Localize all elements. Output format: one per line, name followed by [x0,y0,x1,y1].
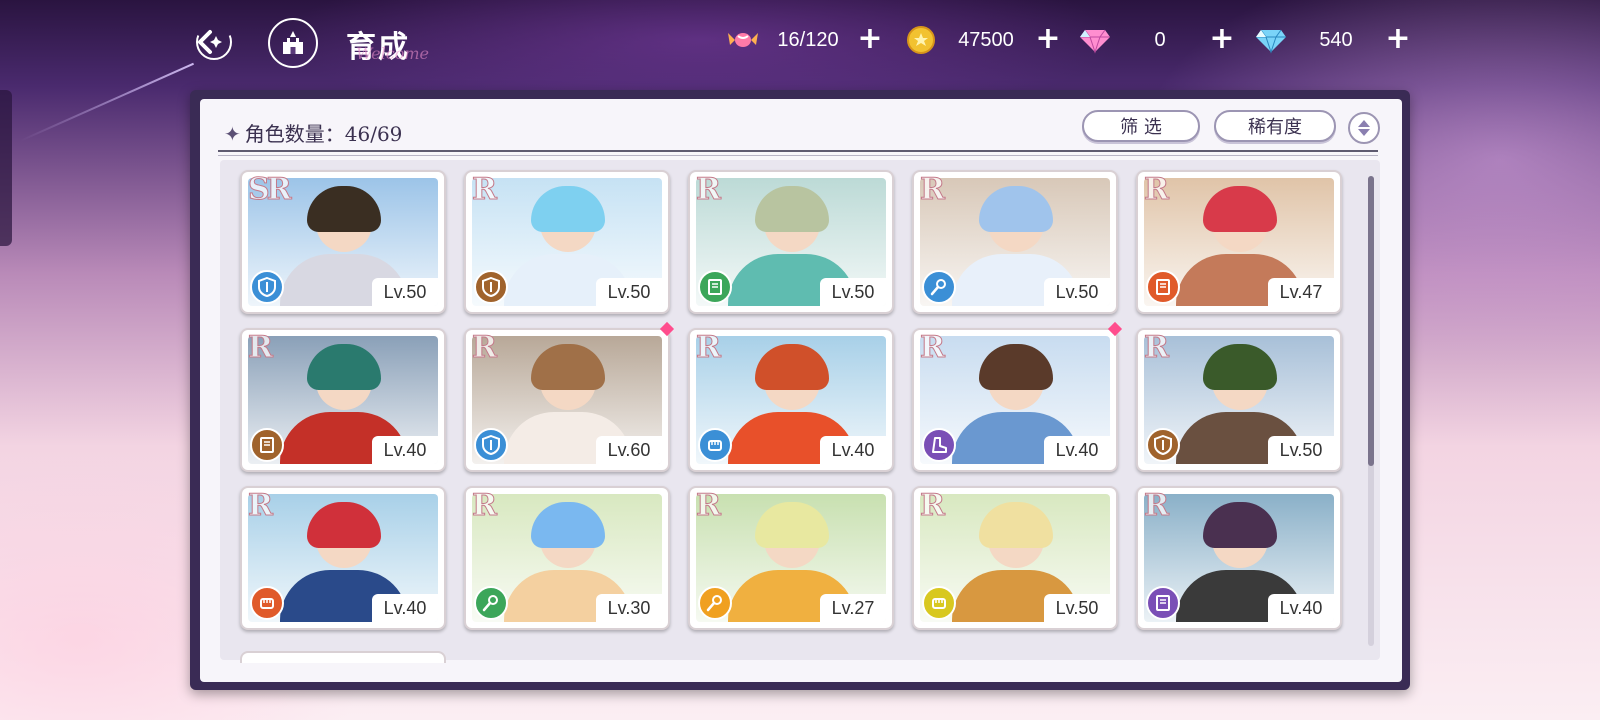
character-card[interactable]: R Lv.50 [464,170,670,314]
back-button[interactable] [186,18,238,66]
rarity-badge: R [696,488,722,524]
castle-icon [283,31,303,54]
character-count: ✦ 角色数量：46/69 [224,118,402,147]
character-card-partial[interactable] [240,651,446,663]
add-blue-diamond-button[interactable]: + [1384,24,1412,54]
title-script-decoration: Welcome [356,44,429,63]
rarity-badge: R [472,488,498,524]
level-label: Lv.47 [1268,278,1334,306]
character-card[interactable]: R Lv.50 [688,170,894,314]
level-label: Lv.27 [820,594,886,622]
gold-coin-icon [904,23,938,57]
pink-diamond-icon [1078,23,1112,57]
rarity-badge: R [248,330,274,366]
character-card[interactable]: R Lv.60 [464,321,675,472]
level-label: Lv.50 [1268,436,1334,464]
rarity-badge: R [920,330,946,366]
staff-icon [474,586,508,620]
currency-blue-diamond: 540 + [1254,22,1412,58]
gold-value: 47500 [958,28,1014,51]
rarity-badge: R [696,330,722,366]
rarity-badge: R [472,172,498,208]
grid-scrollbar[interactable] [1368,176,1374,646]
fist-icon [250,586,284,620]
book-icon [1146,270,1180,304]
rarity-badge: R [1144,172,1170,208]
filter-button[interactable]: 筛 选 [1082,110,1200,142]
add-stamina-button[interactable]: + [856,24,884,54]
book-icon [1146,586,1180,620]
character-card[interactable]: R Lv.30 [464,486,670,630]
character-card[interactable]: R Lv.40 [240,328,446,472]
back-arrow-icon [196,24,232,60]
character-card[interactable]: R Lv.40 [1136,486,1342,630]
character-card[interactable]: R Lv.40 [688,328,894,472]
rarity-badge: R [1144,488,1170,524]
level-label: Lv.50 [820,278,886,306]
rarity-sort-button[interactable]: 稀有度 [1214,110,1336,142]
level-label: Lv.60 [596,436,662,464]
character-card[interactable]: R Lv.40 [912,321,1123,472]
character-card[interactable]: R Lv.40 [240,486,446,630]
sort-arrows-icon [1358,120,1370,136]
character-card[interactable]: R Lv.47 [1136,170,1342,314]
character-card[interactable]: R Lv.50 [912,170,1118,314]
character-card[interactable]: R Lv.50 [912,486,1118,630]
stamina-value: 16/120 [777,28,839,51]
rarity-badge: R [920,488,946,524]
staff-icon [922,270,956,304]
scrollbar-thumb[interactable] [1368,176,1374,466]
boot-icon [922,428,956,462]
character-card[interactable]: R Lv.27 [688,486,894,630]
rarity-badge: R [920,172,946,208]
home-button[interactable] [268,18,318,68]
staff-icon [698,586,732,620]
fist-icon [922,586,956,620]
level-label: Lv.40 [372,594,438,622]
side-drawer-handle[interactable] [0,90,12,246]
level-label: Lv.40 [820,436,886,464]
shield-icon [250,270,284,304]
level-label: Lv.30 [596,594,662,622]
character-card[interactable]: R Lv.50 [1136,328,1342,472]
blue-diamond-value: 540 [1319,28,1353,51]
level-label: Lv.50 [1044,594,1110,622]
book-icon [250,428,284,462]
rarity-badge: R [1144,330,1170,366]
candy-icon [726,23,760,57]
rarity-badge: R [696,172,722,208]
rarity-badge: R [472,330,498,366]
shield-icon [474,428,508,462]
level-label: Lv.40 [372,436,438,464]
header-divider-thin [218,155,1378,156]
sort-order-button[interactable] [1348,112,1380,144]
pink-diamond-value: 0 [1154,28,1166,51]
character-count-text: 角色数量：46/69 [244,122,403,146]
header-divider [218,150,1378,152]
character-card[interactable]: SR Lv.50 [240,170,446,314]
rarity-badge: R [248,488,274,524]
level-label: Lv.40 [1044,436,1110,464]
blue-diamond-icon [1254,23,1288,57]
top-bar: 育成 Welcome 16/120 + 47500 + 0 + 540 + [0,0,1600,82]
fist-icon [698,428,732,462]
currency-gold: 47500 + [904,22,1062,58]
currency-pink-diamond: 0 + [1078,22,1236,58]
level-label: Lv.50 [596,278,662,306]
level-label: Lv.40 [1268,594,1334,622]
book-icon [698,270,732,304]
shield-icon [1146,428,1180,462]
level-label: Lv.50 [372,278,438,306]
currency-stamina: 16/120 + [726,22,884,58]
add-pink-diamond-button[interactable]: + [1208,24,1236,54]
add-gold-button[interactable]: + [1034,24,1062,54]
rarity-badge: SR [248,172,293,208]
shield-icon [474,270,508,304]
level-label: Lv.50 [1044,278,1110,306]
sparkle-icon: ✦ [224,122,241,146]
